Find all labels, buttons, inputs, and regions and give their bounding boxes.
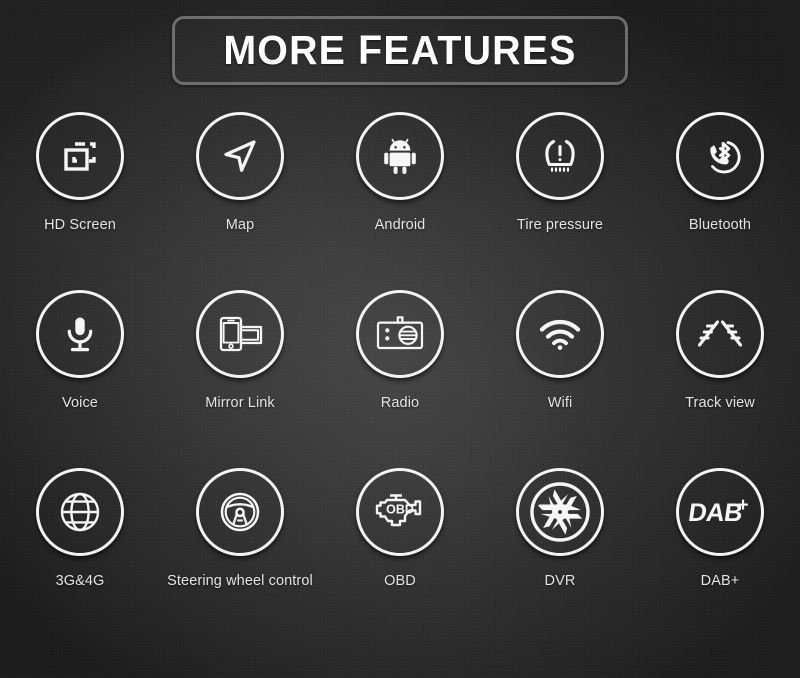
feature-icon-circle[interactable] (356, 290, 444, 378)
feature-item-bluetooth[interactable]: Bluetooth (640, 112, 800, 290)
feature-item-track-view[interactable]: Track view (640, 290, 800, 468)
feature-item-hd-screen[interactable]: HD Screen (0, 112, 160, 290)
feature-item-obd[interactable]: OBD OBD (320, 468, 480, 646)
feature-label: Bluetooth (688, 217, 752, 233)
steering-wheel-icon (215, 487, 265, 537)
hd-screen-icon (57, 133, 103, 179)
feature-grid-page: MORE FEATURES HD Screen Map Android Tire… (0, 0, 800, 678)
obd-engine-icon: OBD (371, 489, 429, 535)
feature-icon-circle[interactable] (36, 290, 124, 378)
wifi-icon (535, 312, 585, 356)
navigation-arrow-icon (217, 133, 263, 179)
page-title-frame: MORE FEATURES (172, 16, 628, 85)
feature-label: Mirror Link (205, 395, 275, 411)
feature-icon-circle[interactable] (356, 112, 444, 200)
feature-item-android[interactable]: Android (320, 112, 480, 290)
feature-icon-circle[interactable]: OBD (356, 468, 444, 556)
dab-plus-sign-icon: + (737, 495, 748, 516)
feature-label: Map (225, 217, 255, 233)
feature-item-voice[interactable]: Voice (0, 290, 160, 468)
feature-label: DAB+ (700, 573, 740, 589)
feature-item-wifi[interactable]: Wifi (480, 290, 640, 468)
feature-icon-circle[interactable] (36, 112, 124, 200)
feature-item-mirror-link[interactable]: Mirror Link (160, 290, 320, 468)
feature-item-tire-pressure[interactable]: Tire pressure (480, 112, 640, 290)
mirror-link-icon (213, 311, 267, 357)
page-title: MORE FEATURES (223, 27, 577, 73)
feature-label: OBD (384, 573, 416, 589)
feature-icon-circle[interactable] (676, 112, 764, 200)
feature-icon-circle[interactable] (516, 290, 604, 378)
feature-icon-circle[interactable] (196, 112, 284, 200)
feature-item-radio[interactable]: Radio (320, 290, 480, 468)
feature-label: Track view (685, 395, 755, 411)
feature-icon-circle[interactable] (516, 112, 604, 200)
feature-item-map[interactable]: Map (160, 112, 320, 290)
feature-label: DVR (544, 573, 576, 589)
android-robot-icon (377, 133, 423, 179)
feature-item-dvr[interactable]: DVR (480, 468, 640, 646)
feature-icon-circle[interactable] (196, 290, 284, 378)
obd-icon-text: OBD (386, 503, 414, 517)
feature-label: Wifi (547, 395, 573, 411)
feature-label: HD Screen (44, 217, 116, 233)
dab-plus-icon: DAB + (688, 494, 752, 530)
features-grid: HD Screen Map Android Tire pressure Blue… (0, 112, 800, 646)
feature-label: Android (374, 217, 426, 233)
aperture-icon (529, 481, 591, 543)
feature-label: Steering wheel control (167, 573, 313, 589)
track-view-icon (693, 317, 747, 351)
feature-label: Voice (62, 395, 98, 411)
feature-icon-circle[interactable] (36, 468, 124, 556)
feature-icon-circle[interactable]: DAB + (676, 468, 764, 556)
feature-icon-circle[interactable] (196, 468, 284, 556)
bluetooth-phone-icon (695, 131, 745, 181)
tire-pressure-icon (536, 132, 584, 180)
feature-label: 3G&4G (55, 573, 105, 589)
microphone-icon (57, 311, 103, 357)
radio-icon (373, 312, 427, 356)
feature-label: Tire pressure (516, 217, 604, 233)
feature-label: Radio (380, 395, 420, 411)
feature-icon-circle[interactable] (516, 468, 604, 556)
globe-icon (55, 487, 105, 537)
feature-item-dab-plus[interactable]: DAB + DAB+ (640, 468, 800, 646)
feature-item-steering-wheel-control[interactable]: Steering wheel control (160, 468, 320, 646)
dab-icon-text: DAB (688, 499, 744, 527)
feature-icon-circle[interactable] (676, 290, 764, 378)
feature-item-3g4g[interactable]: 3G&4G (0, 468, 160, 646)
